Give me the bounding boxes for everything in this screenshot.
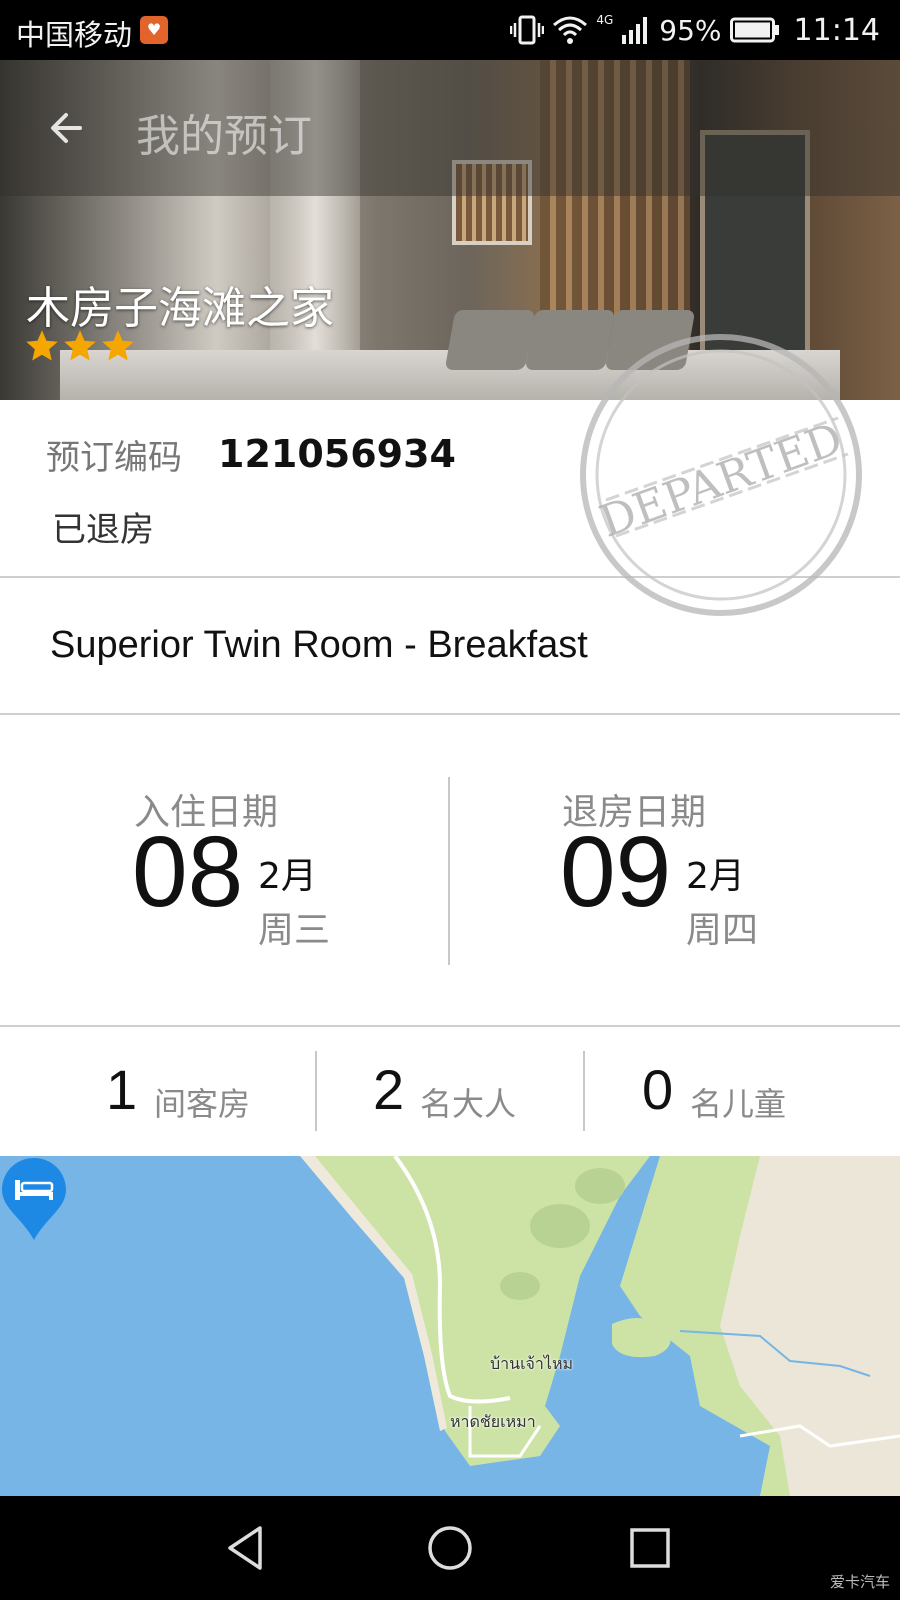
adults-count: 2 名大人 [317,1029,583,1156]
hotel-hero-image: 我的预订 木房子海滩之家 [0,60,900,400]
checkout-month: 2月 [686,856,745,897]
booking-code-label: 预订编码 [46,438,182,478]
bed-icon[interactable] [0,1156,68,1242]
nav-recents-icon[interactable] [624,1522,676,1574]
wifi-icon [553,16,588,44]
star-icon [102,330,134,361]
page-title: 我的预订 [136,111,312,162]
booking-status: 已退房 [52,510,154,550]
hero-decor [604,310,696,370]
battery-icon [729,17,779,43]
map-label: บ้านเจ้าไหม [490,1354,574,1373]
room-type-section: Superior Twin Room - Breakfast [0,580,900,715]
carrier-name: 中国移动 [16,18,133,52]
rooms-count: 1 间客房 [0,1029,315,1156]
checkout-date: 退房日期 09 2月 周四 [450,717,900,1027]
checkin-day: 08 [132,816,244,928]
rooms-count-label: 间客房 [154,1085,251,1123]
checkout-day: 09 [560,816,672,928]
hero-decor [444,310,536,370]
booking-info-section: 预订编码 121056934 已退房 [0,400,900,578]
checkin-month: 2月 [258,856,317,897]
hotel-location-map[interactable]: บ้านเจ้าไหม หาดชัยเหมา [0,1156,900,1496]
system-nav-bar: 爱卡汽车 [0,1496,900,1600]
status-icons: 4G 95% 11:14 [510,10,880,50]
star-rating [24,328,136,364]
hotel-name: 木房子海滩之家 [26,283,334,334]
checkin-date: 入住日期 08 2月 周三 [0,717,450,1027]
watermark: 爱卡汽车 [829,1573,890,1591]
star-icon [26,330,58,361]
children-count-label: 名儿童 [690,1085,787,1123]
children-count: 0 名儿童 [585,1029,900,1156]
children-count-value: 0 [642,1058,674,1121]
checkout-weekday: 周四 [686,910,759,951]
back-arrow-icon[interactable] [46,108,86,148]
room-type: Superior Twin Room - Breakfast [50,624,588,666]
adults-count-value: 2 [373,1058,405,1121]
star-icon [64,330,96,361]
battery-percent: 95% [659,13,722,47]
status-bar: 中国移动 ♥ 4G 95% 11:14 [0,0,900,60]
guest-counts-section: 1 间客房 2 名大人 0 名儿童 [0,1029,900,1156]
signal-icon [622,17,648,44]
rooms-count-value: 1 [106,1058,138,1121]
map-label: หาดชัยเหมา [450,1412,536,1431]
booking-code-value: 121056934 [218,432,456,476]
stay-dates-section: 入住日期 08 2月 周三 退房日期 09 2月 周四 [0,717,900,1027]
map-canvas [0,1156,900,1496]
vibrate-icon [510,15,545,45]
app-bar: 我的预订 [0,60,900,196]
health-app-icon: ♥ [140,16,168,44]
network-type: 4G [596,13,614,27]
adults-count-label: 名大人 [420,1085,517,1123]
clock: 11:14 [793,12,880,48]
checkin-weekday: 周三 [258,910,331,951]
nav-home-icon[interactable] [424,1522,476,1574]
nav-back-icon[interactable] [222,1522,274,1574]
hero-decor [524,310,616,370]
